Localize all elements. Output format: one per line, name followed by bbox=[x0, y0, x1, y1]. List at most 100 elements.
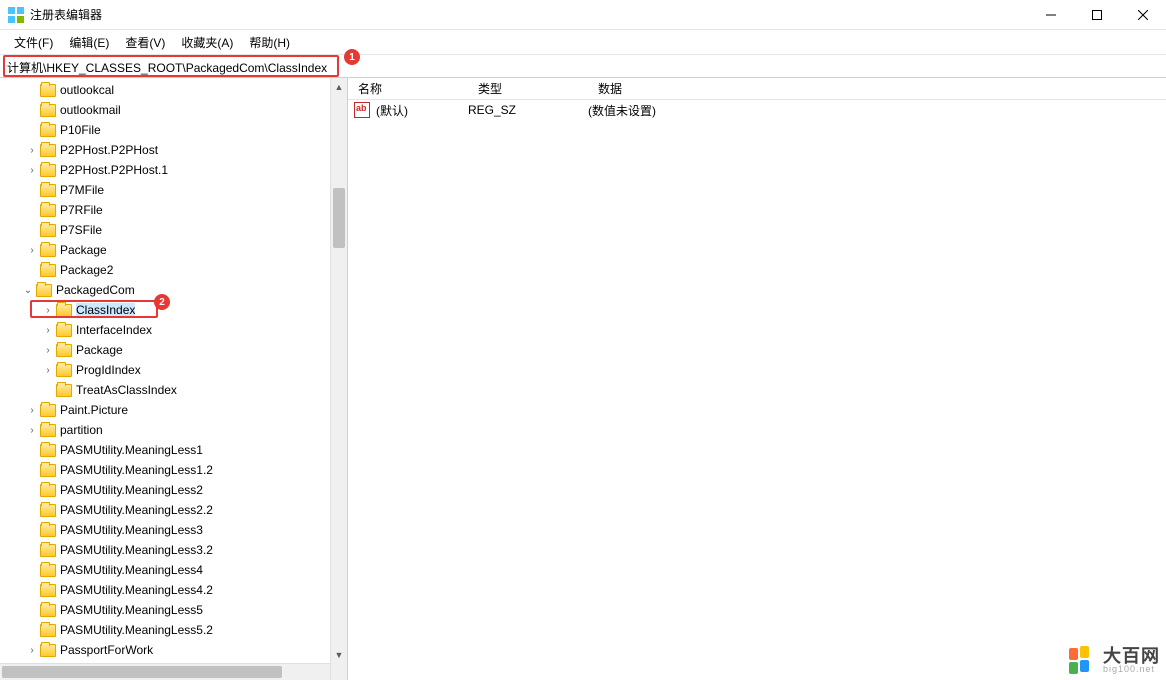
tree-item[interactable]: ›PassportForWork bbox=[0, 640, 347, 660]
expand-icon[interactable]: › bbox=[26, 145, 38, 156]
menu-view[interactable]: 查看(V) bbox=[117, 32, 173, 53]
scroll-up-arrow-icon[interactable]: ▲ bbox=[331, 78, 347, 95]
titlebar: 注册表编辑器 bbox=[0, 0, 1166, 30]
folder-icon bbox=[40, 264, 56, 277]
close-button[interactable] bbox=[1120, 0, 1166, 30]
folder-icon bbox=[40, 544, 56, 557]
folder-icon bbox=[56, 384, 72, 397]
scroll-down-arrow-icon[interactable]: ▼ bbox=[331, 646, 347, 663]
folder-icon bbox=[40, 404, 56, 417]
folder-icon bbox=[40, 624, 56, 637]
column-type[interactable]: 类型 bbox=[468, 80, 588, 97]
tree-item[interactable]: ›Paint.Picture bbox=[0, 400, 347, 420]
tree-item[interactable]: outlookmail bbox=[0, 100, 347, 120]
tree-item[interactable]: › Package bbox=[0, 340, 347, 360]
expand-icon[interactable]: › bbox=[26, 165, 38, 176]
watermark: 大百网 big100.net bbox=[1069, 646, 1160, 674]
expand-icon[interactable]: › bbox=[26, 425, 38, 436]
folder-icon bbox=[40, 564, 56, 577]
tree-item[interactable]: PASMUtility.MeaningLess4 bbox=[0, 560, 347, 580]
menu-favorites[interactable]: 收藏夹(A) bbox=[173, 32, 241, 53]
watermark-text: 大百网 big100.net bbox=[1103, 647, 1160, 674]
expand-icon[interactable]: › bbox=[42, 325, 54, 336]
tree-item-label: PASMUtility.MeaningLess5.2 bbox=[60, 623, 213, 637]
expand-icon[interactable]: › bbox=[26, 405, 38, 416]
tree-item[interactable]: PASMUtility.MeaningLess1 bbox=[0, 440, 347, 460]
tree-item-label: P2PHost.P2PHost.1 bbox=[60, 163, 168, 177]
maximize-button[interactable] bbox=[1074, 0, 1120, 30]
tree-item[interactable]: ⌄PackagedCom bbox=[0, 280, 347, 300]
minimize-button[interactable] bbox=[1028, 0, 1074, 30]
tree-item[interactable]: Package2 bbox=[0, 260, 347, 280]
folder-icon bbox=[40, 84, 56, 97]
value-row[interactable]: (默认)REG_SZ(数值未设置) bbox=[348, 100, 1166, 120]
window-buttons bbox=[1028, 0, 1166, 30]
folder-icon bbox=[40, 584, 56, 597]
tree-item[interactable]: PASMUtility.MeaningLess2.2 bbox=[0, 500, 347, 520]
folder-icon bbox=[40, 424, 56, 437]
values-header: 名称 类型 数据 bbox=[348, 78, 1166, 100]
folder-icon bbox=[40, 644, 56, 657]
tree-item[interactable]: P7SFile bbox=[0, 220, 347, 240]
expand-icon[interactable]: › bbox=[42, 345, 54, 356]
tree-item-label: P7SFile bbox=[60, 223, 102, 237]
folder-icon bbox=[40, 604, 56, 617]
value-name: (默认) bbox=[376, 102, 468, 119]
tree-item-label: P2PHost.P2PHost bbox=[60, 143, 158, 157]
folder-icon bbox=[40, 224, 56, 237]
menu-help[interactable]: 帮助(H) bbox=[241, 32, 298, 53]
tree-item[interactable]: ›ClassIndex bbox=[0, 300, 347, 320]
tree-item[interactable]: TreatAsClassIndex bbox=[0, 380, 347, 400]
tree-item-label: Package bbox=[60, 243, 107, 257]
folder-icon bbox=[40, 104, 56, 117]
tree-item[interactable]: P7RFile bbox=[0, 200, 347, 220]
collapse-icon[interactable]: ⌄ bbox=[22, 285, 34, 296]
tree-item[interactable]: › InterfaceIndex bbox=[0, 320, 347, 340]
scrollbar-thumb[interactable] bbox=[333, 188, 345, 248]
menu-file[interactable]: 文件(F) bbox=[6, 32, 61, 53]
watermark-logo-icon bbox=[1069, 646, 1097, 674]
tree-item-label: P7RFile bbox=[60, 203, 103, 217]
tree-item-label: PASMUtility.MeaningLess2.2 bbox=[60, 503, 213, 517]
menu-edit[interactable]: 编辑(E) bbox=[61, 32, 117, 53]
folder-icon bbox=[56, 364, 72, 377]
expand-icon[interactable]: › bbox=[42, 305, 54, 316]
expand-icon[interactable]: › bbox=[42, 365, 54, 376]
tree-item[interactable]: PASMUtility.MeaningLess4.2 bbox=[0, 580, 347, 600]
tree-item[interactable]: PASMUtility.MeaningLess5.2 bbox=[0, 620, 347, 640]
expand-icon[interactable]: › bbox=[26, 245, 38, 256]
values-list[interactable]: (默认)REG_SZ(数值未设置) bbox=[348, 100, 1166, 120]
app-icon bbox=[8, 7, 24, 23]
tree-item[interactable]: P7MFile bbox=[0, 180, 347, 200]
folder-icon bbox=[56, 324, 72, 337]
tree-item[interactable]: PASMUtility.MeaningLess5 bbox=[0, 600, 347, 620]
address-input[interactable] bbox=[3, 57, 1163, 77]
tree-item-label: InterfaceIndex bbox=[76, 323, 152, 337]
tree-item[interactable]: PASMUtility.MeaningLess1.2 bbox=[0, 460, 347, 480]
column-name[interactable]: 名称 bbox=[348, 80, 468, 97]
column-data[interactable]: 数据 bbox=[588, 80, 1166, 97]
tree-horizontal-scrollbar[interactable] bbox=[0, 663, 330, 680]
expand-icon[interactable]: › bbox=[26, 645, 38, 656]
folder-icon bbox=[36, 284, 52, 297]
tree-item[interactable]: › Package bbox=[0, 240, 347, 260]
scrollbar-thumb[interactable] bbox=[2, 666, 282, 678]
tree-item-label: P10File bbox=[60, 123, 101, 137]
tree-item[interactable]: outlookcal bbox=[0, 80, 347, 100]
tree-item-label: PASMUtility.MeaningLess1.2 bbox=[60, 463, 213, 477]
tree-item[interactable]: ›partition bbox=[0, 420, 347, 440]
tree-item[interactable]: › P2PHost.P2PHost.1 bbox=[0, 160, 347, 180]
tree-item[interactable]: › P2PHost.P2PHost bbox=[0, 140, 347, 160]
tree-item[interactable]: PASMUtility.MeaningLess3 bbox=[0, 520, 347, 540]
tree-item[interactable]: › ProgIdIndex bbox=[0, 360, 347, 380]
registry-tree[interactable]: outlookcaloutlookmail P10File › P2PHost.P2P… bbox=[0, 78, 347, 660]
tree-item[interactable]: PASMUtility.MeaningLess3.2 bbox=[0, 540, 347, 560]
tree-item[interactable]: PASMUtility.MeaningLess2 bbox=[0, 480, 347, 500]
menubar: 文件(F) 编辑(E) 查看(V) 收藏夹(A) 帮助(H) bbox=[0, 30, 1166, 54]
tree-item-label: Package bbox=[76, 343, 123, 357]
tree-vertical-scrollbar[interactable]: ▲ ▼ bbox=[330, 78, 347, 680]
tree-item-label: ProgIdIndex bbox=[76, 363, 141, 377]
window-title: 注册表编辑器 bbox=[30, 6, 102, 23]
folder-icon bbox=[40, 164, 56, 177]
tree-item[interactable]: P10File bbox=[0, 120, 347, 140]
